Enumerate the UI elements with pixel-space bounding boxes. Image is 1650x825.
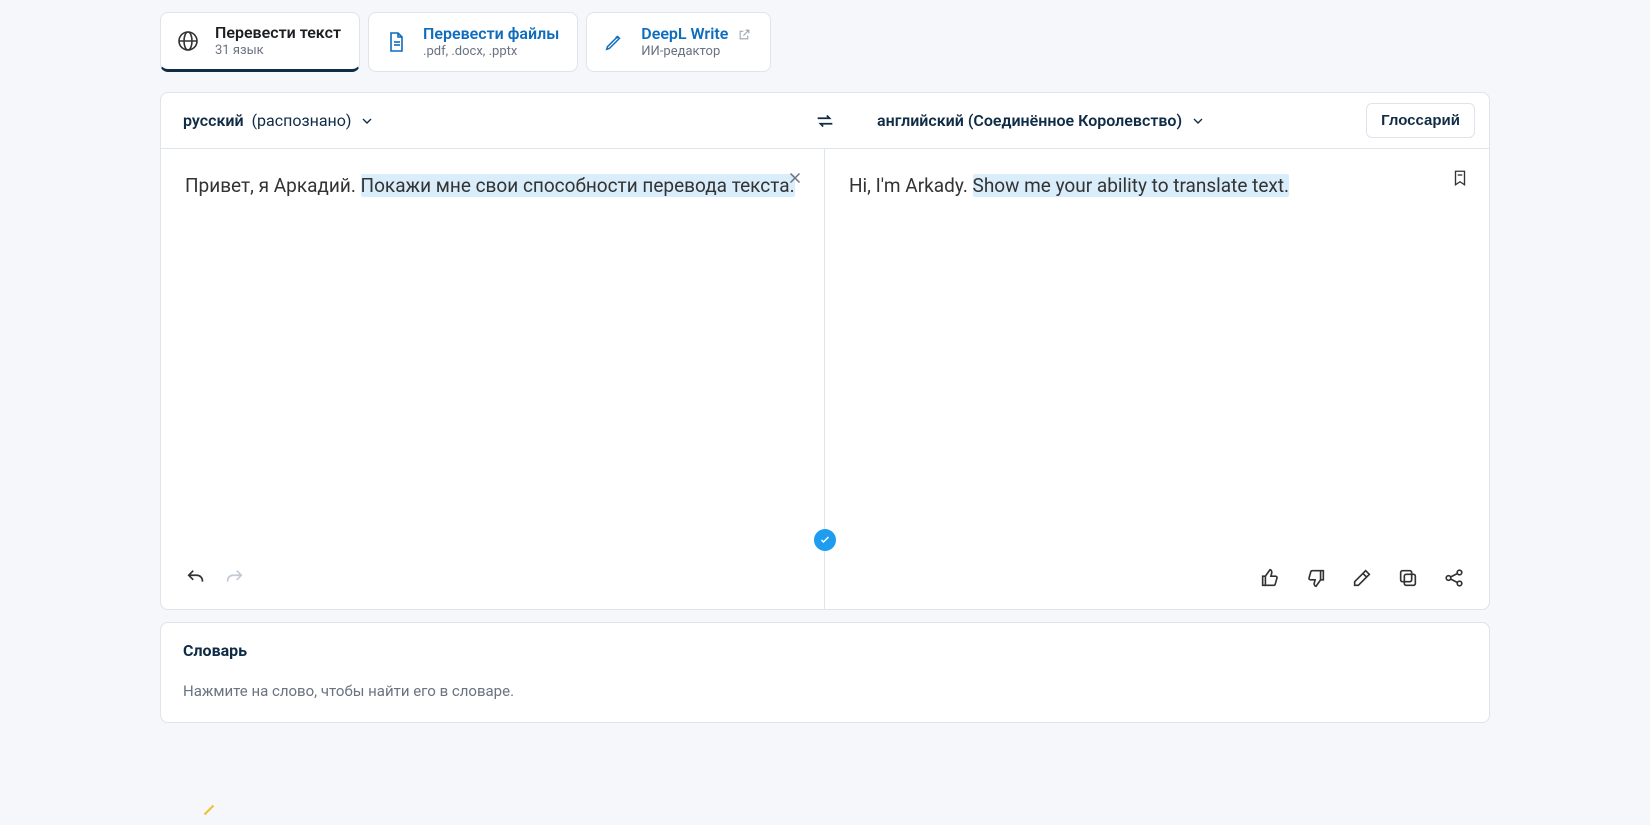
swap-languages-button[interactable] [795,110,855,132]
chevron-down-icon [1190,113,1206,129]
tab-title: Перевести текст [215,23,341,43]
thumbs-down-button[interactable] [1305,567,1327,589]
tab-subtitle: ИИ-редактор [641,44,752,60]
dictionary-panel: Словарь Нажмите на слово, чтобы найти ег… [160,622,1490,723]
tab-deepl-write[interactable]: DeepL Write ИИ-редактор [586,12,771,72]
source-text-highlight: Покажи мне свои способности перевода тек… [361,174,795,197]
translator-card: русский (распознано) английский (Соединё… [160,92,1490,610]
language-bar: русский (распознано) английский (Соединё… [161,93,1489,149]
clear-source-button[interactable] [786,169,806,189]
target-text-output[interactable]: Hi, I'm Arkady. Show me your ability to … [849,171,1465,553]
tab-title: DeepL Write [641,24,752,44]
tab-translate-files[interactable]: Перевести файлы .pdf, .docx, .pptx [368,12,578,72]
tab-subtitle: 31 язык [215,43,341,59]
globe-icon [175,28,201,54]
thumbs-up-button[interactable] [1259,567,1281,589]
target-pane: Hi, I'm Arkady. Show me your ability to … [825,149,1489,609]
stray-mark-icon [200,801,218,819]
target-text-highlight: Show me your ability to translate text. [973,174,1290,197]
dictionary-title: Словарь [183,641,1467,660]
source-footer [185,565,800,591]
document-icon [383,29,409,55]
redo-button [223,567,245,589]
share-button[interactable] [1443,567,1465,589]
edit-button[interactable] [1351,567,1373,589]
source-text-input[interactable]: Привет, я Аркадий. Покажи мне свои спосо… [185,171,800,553]
target-language-label: английский (Соединённое Королевство) [877,111,1182,130]
tab-title: Перевести файлы [423,24,559,44]
source-language-label: русский [183,111,244,130]
source-text-plain: Привет, я Аркадий. [185,174,361,197]
target-footer [849,565,1465,591]
chevron-down-icon [359,113,375,129]
target-text-plain: Hi, I'm Arkady. [849,174,973,197]
mode-tabs: Перевести текст 31 язык Перевести файлы … [160,12,1490,72]
external-link-icon [738,28,752,42]
copy-button[interactable] [1397,567,1419,589]
target-language-selector[interactable]: английский (Соединённое Королевство) [855,111,1228,130]
pencil-icon [601,29,627,55]
undo-button[interactable] [185,567,207,589]
bookmark-button[interactable] [1451,169,1471,189]
source-language-selector[interactable]: русский (распознано) [161,111,795,130]
source-pane: Привет, я Аркадий. Покажи мне свои спосо… [161,149,825,609]
tab-subtitle: .pdf, .docx, .pptx [423,44,559,60]
dictionary-hint: Нажмите на слово, чтобы найти его в слов… [183,682,1467,700]
tab-translate-text[interactable]: Перевести текст 31 язык [160,12,360,72]
source-language-note: (распознано) [252,111,352,130]
glossary-button[interactable]: Глоссарий [1366,103,1475,138]
